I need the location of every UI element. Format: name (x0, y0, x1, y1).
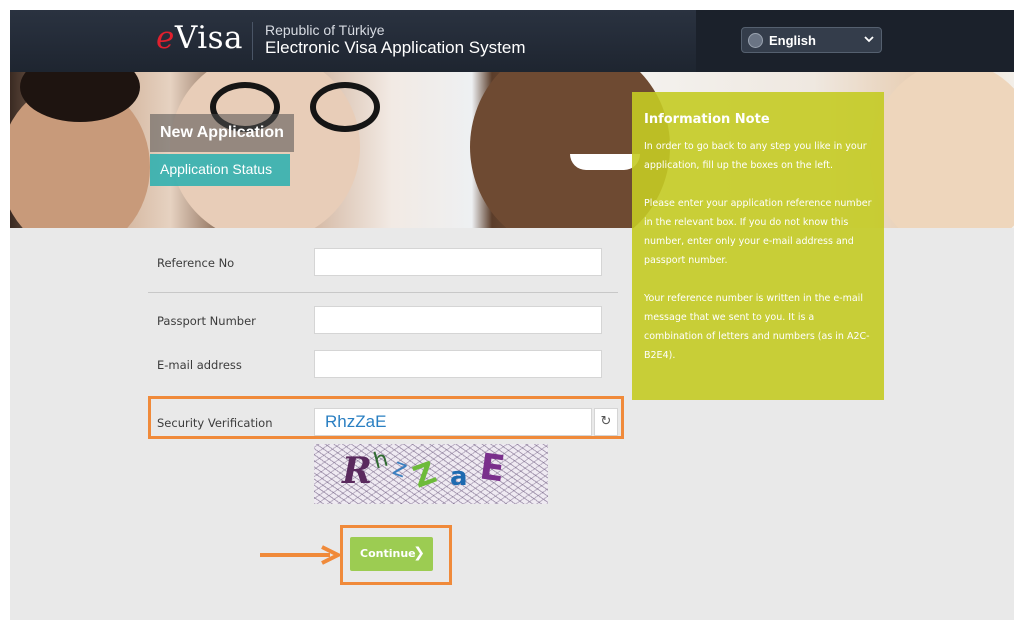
tab-application-status[interactable]: Application Status (150, 154, 290, 186)
captcha-image: R h z Z a E (314, 444, 548, 504)
logo-e: e (156, 20, 175, 56)
continue-button[interactable]: Continue ❯ (350, 537, 433, 571)
tab-new-application[interactable]: New Application (150, 114, 294, 152)
refresh-captcha-button[interactable]: ↻ (594, 408, 618, 436)
language-select[interactable]: English (741, 27, 882, 53)
info-note-title: Information Note (644, 112, 770, 127)
reference-no-label: Reference No (157, 256, 235, 270)
captcha-char: E (477, 446, 508, 491)
header-title: Electronic Visa Application System (265, 38, 526, 57)
info-note-paragraph: Please enter your application reference … (644, 198, 872, 266)
evisa-logo[interactable]: eVisa (156, 20, 243, 56)
form-divider (148, 292, 618, 293)
captcha-char: R (342, 450, 372, 492)
info-note-paragraph: In order to go back to any step you like… (644, 141, 867, 171)
header: eVisa Republic of Türkiye Electronic Vis… (10, 10, 1014, 72)
globe-icon (748, 33, 763, 48)
chevron-down-icon (864, 36, 874, 43)
reference-no-input[interactable] (314, 248, 602, 276)
banner-photo-smile (570, 154, 640, 170)
captcha-char: z (389, 452, 412, 484)
logo-text: Visa (174, 20, 244, 56)
page-frame: eVisa Republic of Türkiye Electronic Vis… (10, 10, 1014, 620)
email-address-label: E-mail address (157, 358, 242, 372)
security-verification-label: Security Verification (157, 416, 273, 430)
captcha-char: a (450, 462, 468, 492)
header-subtitle: Republic of Türkiye (265, 22, 385, 38)
arrow-right-icon (260, 545, 342, 565)
language-label: English (769, 33, 816, 48)
chevron-right-icon: ❯ (413, 545, 425, 561)
header-divider (252, 22, 253, 60)
info-note-paragraph: Your reference number is written in the … (644, 293, 870, 361)
continue-label: Continue (360, 547, 416, 560)
passport-number-input[interactable] (314, 306, 602, 334)
banner-photo-face (870, 72, 1014, 228)
banner-photo-glasses (310, 82, 380, 132)
captcha-char: Z (408, 455, 442, 496)
email-address-input[interactable] (314, 350, 602, 378)
information-note: Information Note In order to go back to … (632, 92, 884, 400)
refresh-icon: ↻ (600, 414, 612, 429)
captcha-char: h (371, 446, 391, 475)
passport-number-label: Passport Number (157, 314, 256, 328)
security-verification-input[interactable]: RhzZaE (314, 408, 592, 436)
